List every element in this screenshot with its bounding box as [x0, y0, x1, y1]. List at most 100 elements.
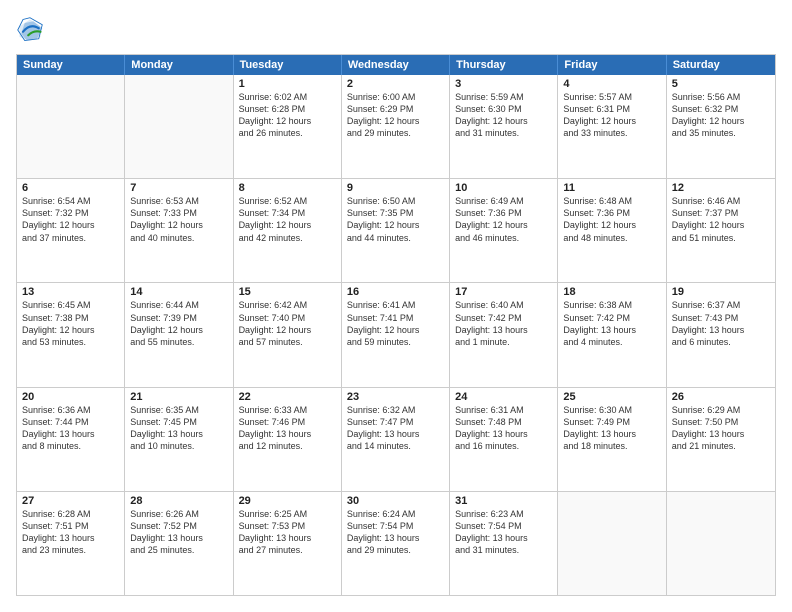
cal-cell: 18Sunrise: 6:38 AM Sunset: 7:42 PM Dayli…	[558, 283, 666, 386]
cal-cell: 7Sunrise: 6:53 AM Sunset: 7:33 PM Daylig…	[125, 179, 233, 282]
cal-cell: 21Sunrise: 6:35 AM Sunset: 7:45 PM Dayli…	[125, 388, 233, 491]
cell-content: Sunrise: 6:23 AM Sunset: 7:54 PM Dayligh…	[455, 508, 552, 557]
day-number: 6	[22, 182, 119, 194]
cal-cell: 11Sunrise: 6:48 AM Sunset: 7:36 PM Dayli…	[558, 179, 666, 282]
day-number: 3	[455, 78, 552, 90]
cal-cell: 28Sunrise: 6:26 AM Sunset: 7:52 PM Dayli…	[125, 492, 233, 595]
cal-cell: 16Sunrise: 6:41 AM Sunset: 7:41 PM Dayli…	[342, 283, 450, 386]
cal-header-day: Thursday	[450, 55, 558, 75]
day-number: 9	[347, 182, 444, 194]
cell-content: Sunrise: 5:59 AM Sunset: 6:30 PM Dayligh…	[455, 91, 552, 140]
cal-cell: 27Sunrise: 6:28 AM Sunset: 7:51 PM Dayli…	[17, 492, 125, 595]
cell-content: Sunrise: 6:53 AM Sunset: 7:33 PM Dayligh…	[130, 195, 227, 244]
cal-cell: 10Sunrise: 6:49 AM Sunset: 7:36 PM Dayli…	[450, 179, 558, 282]
cal-header-day: Friday	[558, 55, 666, 75]
cal-cell: 26Sunrise: 6:29 AM Sunset: 7:50 PM Dayli…	[667, 388, 775, 491]
cell-content: Sunrise: 6:31 AM Sunset: 7:48 PM Dayligh…	[455, 404, 552, 453]
day-number: 14	[130, 286, 227, 298]
day-number: 16	[347, 286, 444, 298]
cal-cell: 22Sunrise: 6:33 AM Sunset: 7:46 PM Dayli…	[234, 388, 342, 491]
day-number: 24	[455, 391, 552, 403]
cal-cell	[558, 492, 666, 595]
cal-cell: 2Sunrise: 6:00 AM Sunset: 6:29 PM Daylig…	[342, 75, 450, 178]
cal-cell: 1Sunrise: 6:02 AM Sunset: 6:28 PM Daylig…	[234, 75, 342, 178]
cell-content: Sunrise: 6:38 AM Sunset: 7:42 PM Dayligh…	[563, 299, 660, 348]
cell-content: Sunrise: 5:56 AM Sunset: 6:32 PM Dayligh…	[672, 91, 770, 140]
day-number: 25	[563, 391, 660, 403]
day-number: 11	[563, 182, 660, 194]
day-number: 17	[455, 286, 552, 298]
cal-cell: 4Sunrise: 5:57 AM Sunset: 6:31 PM Daylig…	[558, 75, 666, 178]
day-number: 20	[22, 391, 119, 403]
cal-cell	[667, 492, 775, 595]
cal-cell: 13Sunrise: 6:45 AM Sunset: 7:38 PM Dayli…	[17, 283, 125, 386]
cal-cell: 12Sunrise: 6:46 AM Sunset: 7:37 PM Dayli…	[667, 179, 775, 282]
cell-content: Sunrise: 6:02 AM Sunset: 6:28 PM Dayligh…	[239, 91, 336, 140]
logo	[16, 16, 48, 44]
cal-cell: 19Sunrise: 6:37 AM Sunset: 7:43 PM Dayli…	[667, 283, 775, 386]
day-number: 1	[239, 78, 336, 90]
calendar: SundayMondayTuesdayWednesdayThursdayFrid…	[16, 54, 776, 596]
cal-cell: 17Sunrise: 6:40 AM Sunset: 7:42 PM Dayli…	[450, 283, 558, 386]
day-number: 29	[239, 495, 336, 507]
day-number: 31	[455, 495, 552, 507]
cal-header-day: Saturday	[667, 55, 775, 75]
cell-content: Sunrise: 6:54 AM Sunset: 7:32 PM Dayligh…	[22, 195, 119, 244]
cell-content: Sunrise: 6:33 AM Sunset: 7:46 PM Dayligh…	[239, 404, 336, 453]
cal-cell: 5Sunrise: 5:56 AM Sunset: 6:32 PM Daylig…	[667, 75, 775, 178]
cal-cell: 31Sunrise: 6:23 AM Sunset: 7:54 PM Dayli…	[450, 492, 558, 595]
cal-cell: 9Sunrise: 6:50 AM Sunset: 7:35 PM Daylig…	[342, 179, 450, 282]
day-number: 15	[239, 286, 336, 298]
cell-content: Sunrise: 6:40 AM Sunset: 7:42 PM Dayligh…	[455, 299, 552, 348]
day-number: 5	[672, 78, 770, 90]
day-number: 18	[563, 286, 660, 298]
cal-row: 1Sunrise: 6:02 AM Sunset: 6:28 PM Daylig…	[17, 75, 775, 179]
cal-cell: 29Sunrise: 6:25 AM Sunset: 7:53 PM Dayli…	[234, 492, 342, 595]
cell-content: Sunrise: 6:49 AM Sunset: 7:36 PM Dayligh…	[455, 195, 552, 244]
cal-cell: 20Sunrise: 6:36 AM Sunset: 7:44 PM Dayli…	[17, 388, 125, 491]
day-number: 21	[130, 391, 227, 403]
cell-content: Sunrise: 5:57 AM Sunset: 6:31 PM Dayligh…	[563, 91, 660, 140]
day-number: 26	[672, 391, 770, 403]
cal-header-day: Sunday	[17, 55, 125, 75]
day-number: 28	[130, 495, 227, 507]
cal-cell	[17, 75, 125, 178]
cell-content: Sunrise: 6:41 AM Sunset: 7:41 PM Dayligh…	[347, 299, 444, 348]
day-number: 19	[672, 286, 770, 298]
cell-content: Sunrise: 6:42 AM Sunset: 7:40 PM Dayligh…	[239, 299, 336, 348]
cal-cell: 23Sunrise: 6:32 AM Sunset: 7:47 PM Dayli…	[342, 388, 450, 491]
day-number: 22	[239, 391, 336, 403]
cal-cell: 6Sunrise: 6:54 AM Sunset: 7:32 PM Daylig…	[17, 179, 125, 282]
cell-content: Sunrise: 6:52 AM Sunset: 7:34 PM Dayligh…	[239, 195, 336, 244]
day-number: 27	[22, 495, 119, 507]
cal-header-day: Wednesday	[342, 55, 450, 75]
cal-cell: 24Sunrise: 6:31 AM Sunset: 7:48 PM Dayli…	[450, 388, 558, 491]
page: SundayMondayTuesdayWednesdayThursdayFrid…	[0, 0, 792, 612]
cell-content: Sunrise: 6:45 AM Sunset: 7:38 PM Dayligh…	[22, 299, 119, 348]
cell-content: Sunrise: 6:35 AM Sunset: 7:45 PM Dayligh…	[130, 404, 227, 453]
day-number: 13	[22, 286, 119, 298]
calendar-header: SundayMondayTuesdayWednesdayThursdayFrid…	[17, 55, 775, 75]
cal-header-day: Monday	[125, 55, 233, 75]
cell-content: Sunrise: 6:00 AM Sunset: 6:29 PM Dayligh…	[347, 91, 444, 140]
day-number: 4	[563, 78, 660, 90]
cell-content: Sunrise: 6:30 AM Sunset: 7:49 PM Dayligh…	[563, 404, 660, 453]
day-number: 12	[672, 182, 770, 194]
cell-content: Sunrise: 6:36 AM Sunset: 7:44 PM Dayligh…	[22, 404, 119, 453]
day-number: 30	[347, 495, 444, 507]
cell-content: Sunrise: 6:46 AM Sunset: 7:37 PM Dayligh…	[672, 195, 770, 244]
header	[16, 16, 776, 44]
cal-cell	[125, 75, 233, 178]
cal-cell: 30Sunrise: 6:24 AM Sunset: 7:54 PM Dayli…	[342, 492, 450, 595]
cal-cell: 8Sunrise: 6:52 AM Sunset: 7:34 PM Daylig…	[234, 179, 342, 282]
day-number: 23	[347, 391, 444, 403]
cal-cell: 3Sunrise: 5:59 AM Sunset: 6:30 PM Daylig…	[450, 75, 558, 178]
cal-cell: 14Sunrise: 6:44 AM Sunset: 7:39 PM Dayli…	[125, 283, 233, 386]
logo-icon	[16, 16, 44, 44]
cal-header-day: Tuesday	[234, 55, 342, 75]
day-number: 10	[455, 182, 552, 194]
cell-content: Sunrise: 6:25 AM Sunset: 7:53 PM Dayligh…	[239, 508, 336, 557]
cell-content: Sunrise: 6:37 AM Sunset: 7:43 PM Dayligh…	[672, 299, 770, 348]
cell-content: Sunrise: 6:48 AM Sunset: 7:36 PM Dayligh…	[563, 195, 660, 244]
cell-content: Sunrise: 6:50 AM Sunset: 7:35 PM Dayligh…	[347, 195, 444, 244]
